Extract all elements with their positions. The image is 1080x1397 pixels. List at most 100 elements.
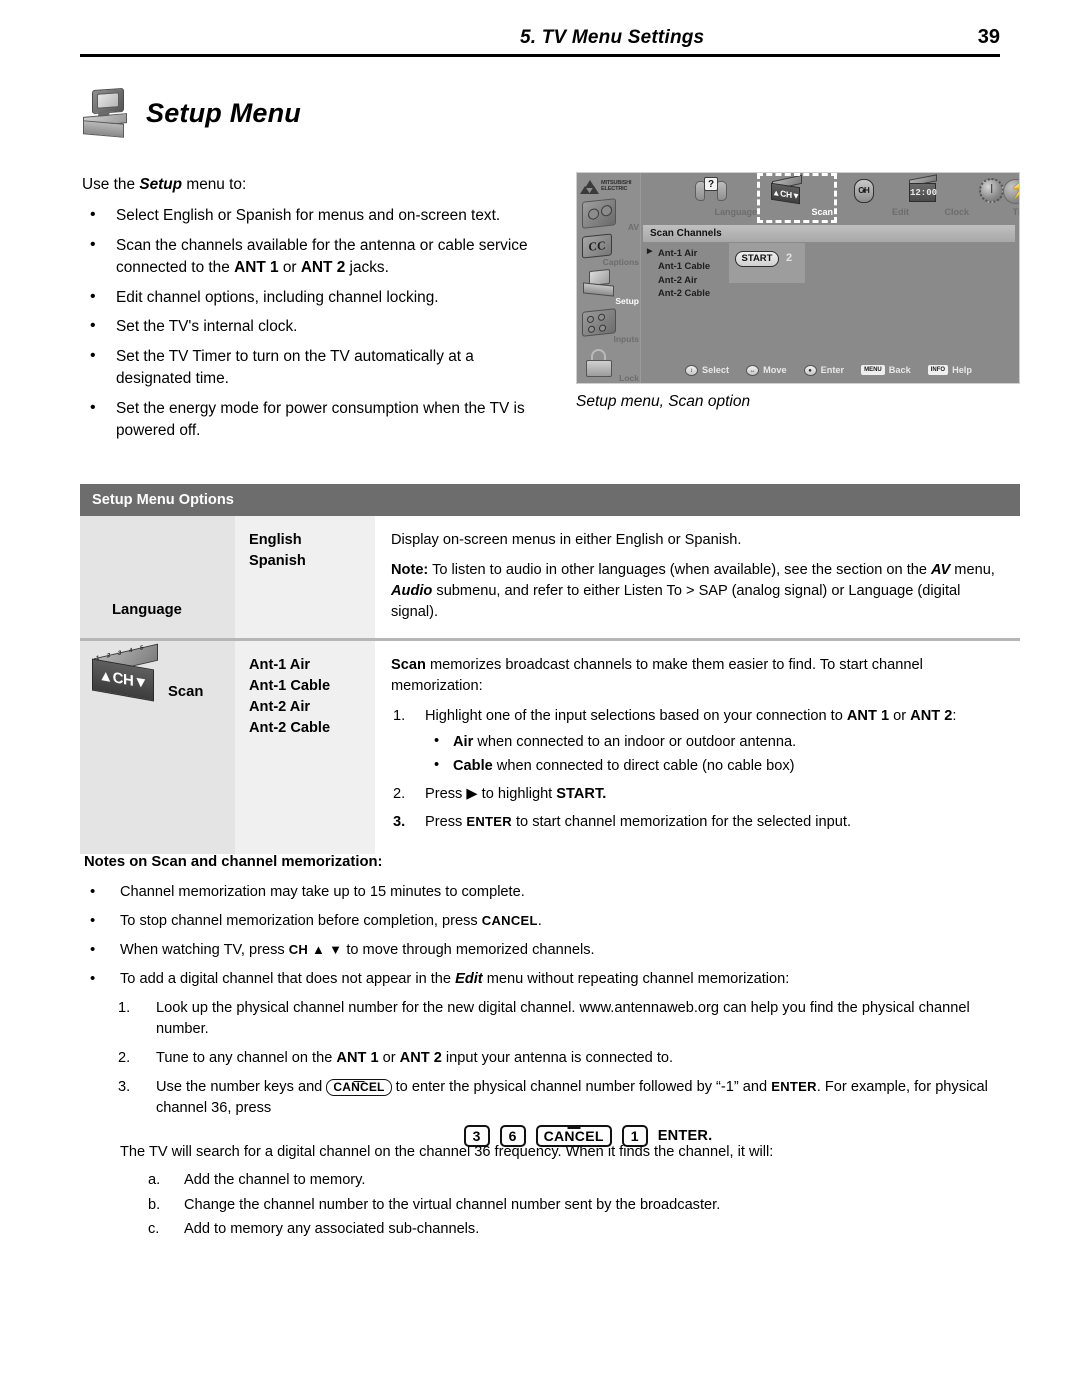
tab-language[interactable]: ? Language (687, 175, 761, 221)
footer-label: Select (702, 365, 730, 375)
desc-paragraph: Scan memorizes broadcast channels to mak… (391, 655, 1010, 697)
row-name-language: Language (112, 602, 182, 618)
footer-help[interactable]: INFO Help (927, 365, 972, 375)
step-text-a: Highlight one of the input selections ba… (425, 708, 847, 724)
padlock-icon (582, 349, 616, 377)
sidebar-item-lock[interactable]: Lock (579, 348, 641, 383)
row-icon-cell-language: Language (80, 516, 235, 638)
osd-option-ant1-cable[interactable]: Ant-1 Cable (647, 259, 735, 272)
setup-menu-options-table: Setup Menu Options Language English Span… (80, 484, 1020, 854)
scan-steps-list: 1. Highlight one of the input selections… (391, 706, 1010, 833)
digital-clock-icon: 12:00 (905, 174, 943, 205)
osd-panel-title: Scan Channels (643, 225, 1015, 242)
inputs-icon (582, 308, 616, 337)
start-button[interactable]: START (735, 251, 779, 267)
list-item: 2. Tune to any channel on the ANT 1 or A… (112, 1048, 1020, 1069)
footer-label: Help (952, 365, 972, 375)
note-text: When watching TV, press (120, 942, 289, 959)
step-text-c: : (952, 708, 957, 724)
note-text: To add a digital channel that does not a… (120, 971, 456, 988)
tab-clock[interactable]: 12:00 Clock (899, 174, 973, 221)
row-desc-scan: Scan memorizes broadcast channels to mak… (375, 641, 1020, 854)
step-number: 2. (393, 786, 406, 802)
option-english: English (249, 532, 302, 548)
row-options-language: English Spanish (235, 516, 375, 638)
intro-block: Use the Setup menu to: Select English or… (82, 174, 550, 450)
footer-enter[interactable]: ● Enter (803, 364, 844, 376)
step-bold-ant2: ANT 2 (910, 708, 953, 724)
intro-lead-bold: Setup (139, 176, 183, 193)
step-number: 1. (393, 708, 406, 724)
tab-energy[interactable]: ⚡ Energy (992, 175, 1019, 221)
list-item: Scan the channels available for the ante… (82, 234, 550, 279)
chapter-title: 5. TV Menu Settings (520, 27, 705, 48)
step-text-b: or (378, 1050, 400, 1067)
osd-option-list: Ant-1 Air Ant-1 Cable Ant-2 Air Ant-2 Ca… (647, 246, 735, 299)
note-text-3: submenu, and refer to either Listen To >… (391, 583, 961, 620)
sidebar-item-inputs[interactable]: Inputs (579, 308, 641, 345)
setup-monitor-icon (582, 268, 616, 297)
step-text-b: to enter the physical channel number fol… (391, 1079, 772, 1096)
step-text-b: or (889, 708, 911, 724)
osd-option-ant2-air[interactable]: Ant-2 Air (647, 273, 735, 286)
row-name-scan: Scan (168, 684, 204, 700)
osd-option-ant2-cable[interactable]: Ant-2 Cable (647, 286, 735, 299)
osd-footer-bar: ↕ Select ↔ Move ● Enter MENU Back INFO H… (641, 362, 1019, 378)
list-item: c. Add to memory any associated sub-chan… (144, 1219, 1020, 1240)
header-divider (80, 54, 1000, 57)
step-text-a: Use the number keys and (156, 1079, 327, 1096)
note-text-2: menu, (950, 562, 995, 578)
note-text-end: to move through memorized channels. (342, 942, 595, 959)
note-em-edit: Edit (455, 971, 483, 988)
note-text: To stop channel memorization before comp… (120, 913, 482, 930)
list-item: Air when connected to an indoor or outdo… (425, 731, 1010, 753)
intro-lead: Use the Setup menu to: (82, 174, 550, 196)
table-row: 1 2 3 4 5 ▲CH▼ Scan Ant-1 Air Ant-1 Cabl… (80, 641, 1020, 854)
leftright-icon: ↔ (746, 364, 760, 376)
list-item: When watching TV, press CH ▲ ▼ to move t… (84, 939, 1020, 961)
item-letter: a. (148, 1172, 161, 1189)
list-item: Set the energy mode for power consumptio… (82, 397, 550, 442)
mitsubishi-logo-icon: MITSUBISHI ELECTRIC (580, 178, 637, 195)
list-item: Edit channel options, including channel … (82, 286, 550, 309)
step-text-b: to start channel memorization for the se… (511, 814, 851, 830)
notes-title: Notes on Scan and channel memorization: (84, 854, 383, 870)
footer-move[interactable]: ↔ Move (746, 364, 787, 376)
list-item: 3. Use the number keys and CANCEL to ent… (112, 1077, 1020, 1148)
sub-bold-air: Air (453, 734, 474, 750)
intro-lead-suffix: menu to: (182, 176, 247, 193)
sidebar-item-av[interactable]: AV (579, 198, 641, 233)
list-item: To add a digital channel that does not a… (84, 968, 1020, 990)
start-step-number: 2 (786, 252, 793, 264)
step-text-b: to highlight (477, 786, 557, 802)
step-number: 3. (393, 814, 406, 830)
scan-substeps: Air when connected to an indoor or outdo… (425, 731, 1010, 777)
sub-text-air: when connected to an indoor or outdoor a… (473, 734, 797, 750)
row-options-scan: Ant-1 Air Ant-1 Cable Ant-2 Air Ant-2 Ca… (235, 641, 375, 854)
enter-key-label: ENTER (771, 1079, 817, 1095)
item-text: Add the channel to memory. (184, 1172, 366, 1189)
osd-option-ant1-air[interactable]: Ant-1 Air (647, 246, 735, 259)
step-number: 1. (118, 1000, 131, 1017)
desc-text: memorizes broadcast channels to make the… (391, 657, 923, 694)
enter-key-label: ENTER (466, 814, 512, 829)
desc-paragraph: Display on-screen menus in either Englis… (391, 532, 742, 548)
question-mark-icon: ? (704, 177, 718, 191)
sidebar-item-setup[interactable]: Setup (579, 268, 641, 307)
footer-back[interactable]: MENU Back (861, 365, 911, 375)
osd-figure: MITSUBISHIELECTRIC AV CC Captions Setup (576, 172, 1020, 411)
note-text-end: menu without repeating channel memorizat… (482, 971, 790, 988)
sidebar-item-captions[interactable]: CC Captions (579, 233, 641, 268)
list-item: Set the TV Timer to turn on the TV autom… (82, 345, 550, 390)
footer-select[interactable]: ↕ Select (685, 364, 730, 376)
tab-selection-highlight (757, 173, 837, 223)
sidebar-item-label: Setup (615, 296, 639, 306)
list-item: Select English or Spanish for menus and … (82, 204, 550, 227)
av-icon (582, 198, 616, 229)
osd-start-panel: START 2 (729, 243, 805, 283)
footer-label: Back (888, 365, 911, 375)
row-desc-language: Display on-screen menus in either Englis… (375, 516, 1020, 638)
ch-button-icon: CH (845, 177, 883, 205)
sidebar-item-label: AV (627, 222, 639, 232)
step-bold-ant1: ANT 1 (336, 1050, 379, 1067)
